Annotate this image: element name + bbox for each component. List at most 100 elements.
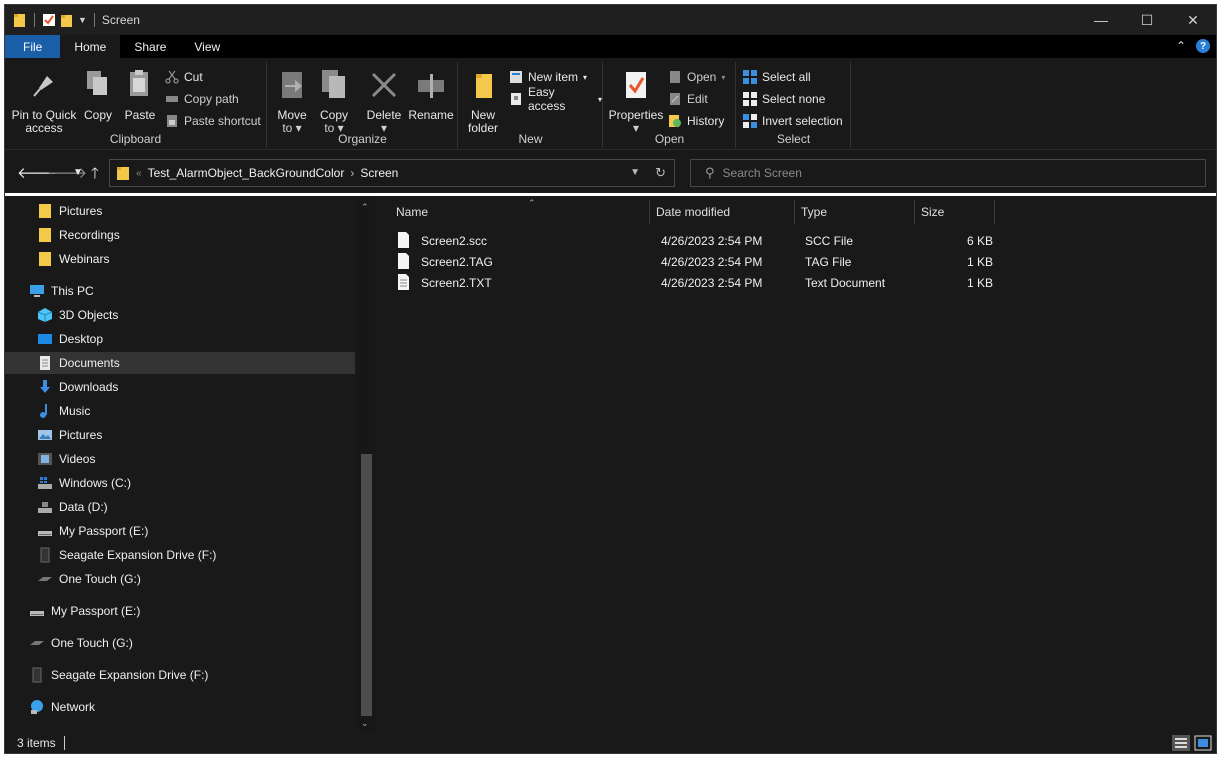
nav-item-one-touch-g[interactable]: One Touch (G:) (5, 568, 355, 590)
column-header-size[interactable]: Size (915, 200, 995, 224)
breadcrumb-current[interactable]: Screen (360, 166, 398, 180)
select-all-button[interactable]: Select all (743, 68, 811, 86)
delete-button[interactable]: Delete ▾ (364, 68, 404, 135)
nav-item-data-d[interactable]: Data (D:) (5, 496, 355, 518)
nav-item-recordings[interactable]: Recordings (5, 224, 355, 246)
select-none-button[interactable]: Select none (743, 90, 825, 108)
nav-item-my-passport-e-root[interactable]: My Passport (E:) (5, 600, 355, 622)
nav-item-pictures-quick[interactable]: Pictures (5, 200, 355, 222)
new-folder-button[interactable]: New folder (463, 68, 503, 135)
file-row[interactable]: Screen2.scc 4/26/2023 2:54 PM SCC File 6… (397, 230, 997, 251)
nav-item-videos[interactable]: Videos (5, 448, 355, 470)
open-button[interactable]: Open ▾ (668, 68, 725, 86)
navigation-pane: Pictures Recordings Webinars This PC 3D … (5, 196, 375, 731)
move-to-button[interactable]: Move to ▾ (274, 68, 310, 135)
move-to-icon (282, 72, 302, 98)
paste-button[interactable]: Paste (123, 68, 157, 122)
computer-icon (30, 285, 44, 297)
file-date: 4/26/2023 2:54 PM (661, 255, 763, 269)
new-item-button[interactable]: New item ▾ (509, 68, 587, 86)
paste-shortcut-button[interactable]: Paste shortcut (165, 112, 261, 130)
portable-drive-icon (30, 641, 44, 645)
properties-button[interactable]: Properties ▾ (608, 68, 664, 135)
overflow-chevron-icon[interactable]: « (136, 168, 142, 179)
scroll-down-icon[interactable]: ⌄ (361, 718, 369, 729)
file-name: Screen2.TXT (421, 276, 492, 290)
refresh-icon[interactable]: ↻ (655, 165, 666, 181)
copy-to-button[interactable]: Copy to ▾ (316, 68, 352, 135)
column-header-name[interactable]: ⌃ Name (390, 198, 650, 224)
paste-shortcut-icon (167, 115, 177, 127)
details-view-icon[interactable] (1172, 735, 1190, 751)
address-dropdown-icon[interactable]: ▼ (630, 167, 640, 178)
nav-item-desktop[interactable]: Desktop (5, 328, 355, 350)
nav-item-seagate-f[interactable]: Seagate Expansion Drive (F:) (5, 544, 355, 566)
rename-button[interactable]: Rename (408, 68, 454, 122)
pin-icon (33, 76, 53, 97)
nav-item-webinars[interactable]: Webinars (5, 248, 355, 270)
scroll-up-icon[interactable]: ⌃ (361, 202, 369, 213)
nav-item-one-touch-g-root[interactable]: One Touch (G:) (5, 632, 355, 654)
properties-qat-icon[interactable] (42, 12, 56, 28)
nav-item-network[interactable]: Network (5, 696, 355, 718)
qat-dropdown-icon[interactable]: ▼ (78, 15, 87, 25)
tab-view[interactable]: View (180, 35, 234, 58)
file-icon (398, 232, 409, 248)
nav-item-seagate-f-root[interactable]: Seagate Expansion Drive (F:) (5, 664, 355, 686)
folder-yellow-icon (39, 228, 51, 242)
tab-share[interactable]: Share (120, 35, 180, 58)
new-folder-icon (476, 74, 492, 98)
text-file-icon (398, 274, 409, 290)
easy-access-icon (511, 93, 521, 105)
column-header-type[interactable]: Type (795, 200, 915, 224)
nav-item-documents[interactable]: Documents (5, 352, 355, 374)
scroll-thumb[interactable] (361, 454, 372, 716)
copy-icon (87, 71, 107, 95)
file-row[interactable]: Screen2.TXT 4/26/2023 2:54 PM Text Docum… (397, 272, 997, 293)
file-date: 4/26/2023 2:54 PM (661, 234, 763, 248)
collapse-ribbon-icon[interactable]: ⌃ (1176, 39, 1186, 53)
ribbon: Pin to Quick access Copy Paste Cut Copy … (5, 58, 1216, 150)
select-group: Select all Select none Invert selection … (737, 62, 851, 148)
address-bar[interactable]: « Test_AlarmObject_BackGroundColor › Scr… (109, 159, 675, 187)
copy-button[interactable]: Copy (81, 68, 115, 122)
column-header-date[interactable]: Date modified (650, 200, 795, 224)
nav-item-my-passport-e[interactable]: My Passport (E:) (5, 520, 355, 542)
invert-selection-button[interactable]: Invert selection (743, 112, 843, 130)
search-input[interactable] (722, 166, 1183, 180)
breadcrumb-parent[interactable]: Test_AlarmObject_BackGroundColor (148, 166, 345, 180)
edit-button[interactable]: Edit (668, 90, 708, 108)
nav-item-downloads[interactable]: Downloads (5, 376, 355, 398)
copy-to-icon (322, 70, 345, 98)
tab-home[interactable]: Home (60, 35, 121, 58)
quick-access-toolbar: ▼ (5, 12, 98, 28)
folder-app-icon (14, 14, 25, 27)
breadcrumb-separator-icon[interactable]: › (350, 166, 354, 180)
file-row[interactable]: Screen2.TAG 4/26/2023 2:54 PM TAG File 1… (397, 251, 997, 272)
nav-item-3d-objects[interactable]: 3D Objects (5, 304, 355, 326)
nav-pane-scrollbar[interactable]: ⌃ ⌄ (358, 196, 375, 731)
new-folder-qat-icon[interactable] (60, 12, 74, 28)
tab-file[interactable]: File (5, 35, 61, 58)
nav-item-pictures[interactable]: Pictures (5, 424, 355, 446)
cube-icon (37, 308, 53, 322)
nav-item-this-pc[interactable]: This PC (5, 280, 355, 302)
maximize-button[interactable]: ☐ (1124, 5, 1170, 35)
pin-to-quick-access-button[interactable]: Pin to Quick access (9, 68, 79, 135)
history-button[interactable]: History (668, 112, 724, 130)
large-icons-view-icon[interactable] (1194, 735, 1212, 751)
help-icon[interactable]: ? (1196, 39, 1210, 53)
recent-locations-chevron-icon[interactable]: ▼ (73, 167, 83, 178)
nav-item-music[interactable]: Music (5, 400, 355, 422)
up-arrow-icon[interactable]: 🡑 (91, 163, 99, 188)
usb-drive-icon (38, 531, 52, 536)
folder-icon (117, 167, 129, 180)
open-group: Properties ▾ Open ▾ Edit History Open (604, 62, 736, 148)
minimize-button[interactable]: — (1078, 5, 1124, 35)
nav-item-windows-c[interactable]: Windows (C:) (5, 472, 355, 494)
easy-access-button[interactable]: Easy access ▾ (509, 85, 602, 113)
copy-path-button[interactable]: Copy path (165, 90, 239, 108)
cut-button[interactable]: Cut (165, 68, 203, 86)
search-box[interactable]: ⚲ (690, 159, 1206, 187)
close-button[interactable]: ✕ (1170, 5, 1216, 35)
